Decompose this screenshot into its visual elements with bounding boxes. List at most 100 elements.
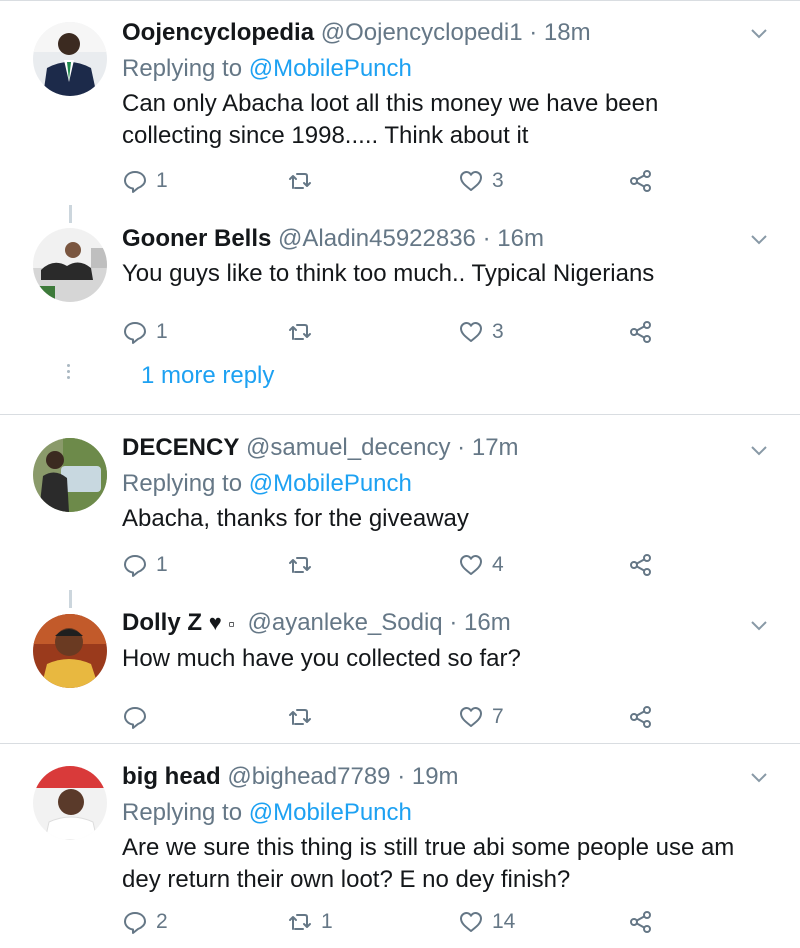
heart-icon xyxy=(460,912,482,932)
like-count: 14 xyxy=(492,910,516,933)
retweet-icon xyxy=(289,173,311,189)
like-button[interactable]: 3 xyxy=(458,166,504,196)
avatar[interactable] xyxy=(33,22,107,96)
like-count: 7 xyxy=(492,705,504,728)
display-name[interactable]: DECENCY xyxy=(122,434,239,461)
tweet-dolly-z[interactable]: Dolly Z ♥ ▫ @ayanleke_Sodiq · 16m How mu… xyxy=(0,590,800,742)
tweet-text: Can only Abacha loot all this money we h… xyxy=(122,90,659,149)
user-handle[interactable]: @bighead7789 xyxy=(227,763,390,790)
avatar[interactable] xyxy=(33,614,107,688)
avatar[interactable] xyxy=(33,228,107,302)
timestamp[interactable]: 16m xyxy=(497,225,544,252)
reply-icon xyxy=(124,912,146,934)
display-name[interactable]: Gooner Bells xyxy=(122,225,271,252)
reply-button[interactable]: 1 xyxy=(122,550,168,580)
chevron-down-icon[interactable] xyxy=(750,28,768,40)
like-button[interactable]: 7 xyxy=(458,702,504,732)
retweet-button[interactable] xyxy=(287,702,321,732)
replying-to: Replying to @MobilePunch xyxy=(122,469,740,499)
share-icon xyxy=(630,911,651,933)
chevron-down-icon[interactable] xyxy=(750,234,768,246)
replying-to-link[interactable]: @MobilePunch xyxy=(249,470,412,497)
replying-to-link[interactable]: @MobilePunch xyxy=(249,55,412,82)
replying-label: Replying to xyxy=(122,799,243,826)
share-icon xyxy=(630,170,651,192)
separator-dot: · xyxy=(482,225,491,252)
share-button[interactable] xyxy=(628,907,654,937)
tweet-gooner-bells[interactable]: Gooner Bells @Aladin45922836 · 16m You g… xyxy=(0,205,800,355)
user-handle[interactable]: @ayanleke_Sodiq xyxy=(247,609,442,636)
tweet-text: You guys like to think too much.. Typica… xyxy=(122,260,655,287)
thread-dots xyxy=(67,361,73,382)
timestamp[interactable]: 17m xyxy=(472,434,519,461)
share-button[interactable] xyxy=(628,702,654,732)
tweet-oojencyclopedia[interactable]: Oojencyclopedia @Oojencyclopedi1 · 18m R… xyxy=(0,0,800,205)
retweet-button[interactable]: 1 xyxy=(287,907,333,937)
like-button[interactable]: 3 xyxy=(458,317,504,347)
tweet-actions: 1 3 xyxy=(122,166,682,196)
separator-dot: · xyxy=(397,763,406,790)
unknown-emoji: ▫ xyxy=(228,614,235,634)
retweet-button[interactable] xyxy=(287,550,321,580)
share-button[interactable] xyxy=(628,550,654,580)
retweet-button[interactable] xyxy=(287,317,321,347)
retweet-count: 1 xyxy=(321,910,333,933)
tweet-actions: 1 3 xyxy=(122,317,682,347)
replying-to: Replying to @MobilePunch xyxy=(122,54,740,84)
reply-icon xyxy=(124,555,146,577)
more-replies-link[interactable]: 1 more reply xyxy=(141,362,274,390)
retweet-icon xyxy=(289,914,311,930)
reply-button[interactable]: 1 xyxy=(122,317,168,347)
tweet-actions: 1 4 xyxy=(122,550,682,580)
share-button[interactable] xyxy=(628,317,654,347)
reply-button[interactable]: 1 xyxy=(122,166,168,196)
tweet-header: Oojencyclopedia @Oojencyclopedi1 · 18m xyxy=(122,18,740,48)
heart-icon xyxy=(460,171,482,191)
display-name[interactable]: Dolly Z xyxy=(122,609,202,636)
timestamp[interactable]: 19m xyxy=(412,763,459,790)
heart-icon xyxy=(460,322,482,342)
display-name[interactable]: Oojencyclopedia xyxy=(122,19,314,46)
retweet-icon xyxy=(289,709,311,725)
avatar[interactable] xyxy=(33,438,107,512)
replying-label: Replying to xyxy=(122,470,243,497)
reply-button[interactable]: 2 xyxy=(122,907,168,937)
share-icon xyxy=(630,706,651,728)
separator-dot: · xyxy=(457,434,466,461)
chevron-down-icon[interactable] xyxy=(750,620,768,632)
tweet-text: Abacha, thanks for the giveaway xyxy=(122,505,469,532)
timestamp[interactable]: 18m xyxy=(544,19,591,46)
share-button[interactable] xyxy=(628,166,654,196)
tweet-header: DECENCY @samuel_decency · 17m xyxy=(122,433,740,463)
reply-button[interactable] xyxy=(122,702,156,732)
reply-count: 2 xyxy=(156,910,168,933)
tweet-header: big head @bighead7789 · 19m xyxy=(122,762,740,792)
heart-icon xyxy=(460,707,482,727)
timestamp[interactable]: 16m xyxy=(464,609,511,636)
user-handle[interactable]: @Oojencyclopedi1 xyxy=(321,19,523,46)
chevron-down-icon[interactable] xyxy=(750,445,768,457)
retweet-icon xyxy=(289,557,311,573)
tweet-decency[interactable]: DECENCY @samuel_decency · 17m Replying t… xyxy=(0,415,800,590)
avatar-image xyxy=(33,438,107,512)
replying-to-link[interactable]: @MobilePunch xyxy=(249,799,412,826)
retweet-icon xyxy=(289,324,311,340)
retweet-button[interactable] xyxy=(287,166,321,196)
like-button[interactable]: 4 xyxy=(458,550,504,580)
tweet-header: Dolly Z ♥ ▫ @ayanleke_Sodiq · 16m xyxy=(122,608,740,639)
user-handle[interactable]: @samuel_decency xyxy=(246,434,450,461)
tweet-actions: 7 xyxy=(122,702,682,732)
heart-icon xyxy=(460,555,482,575)
display-name[interactable]: big head xyxy=(122,763,221,790)
tweet-actions: 2 1 14 xyxy=(122,907,682,937)
avatar[interactable] xyxy=(33,766,107,840)
heart-emoji: ♥ xyxy=(208,610,222,635)
chevron-down-icon[interactable] xyxy=(750,772,768,784)
avatar-image xyxy=(33,228,107,302)
user-handle[interactable]: @Aladin45922836 xyxy=(278,225,476,252)
reply-count: 1 xyxy=(156,320,168,343)
reply-icon xyxy=(124,171,146,193)
tweet-big-head[interactable]: big head @bighead7789 · 19m Replying to … xyxy=(0,744,800,948)
replying-label: Replying to xyxy=(122,55,243,82)
like-button[interactable]: 14 xyxy=(458,907,515,937)
